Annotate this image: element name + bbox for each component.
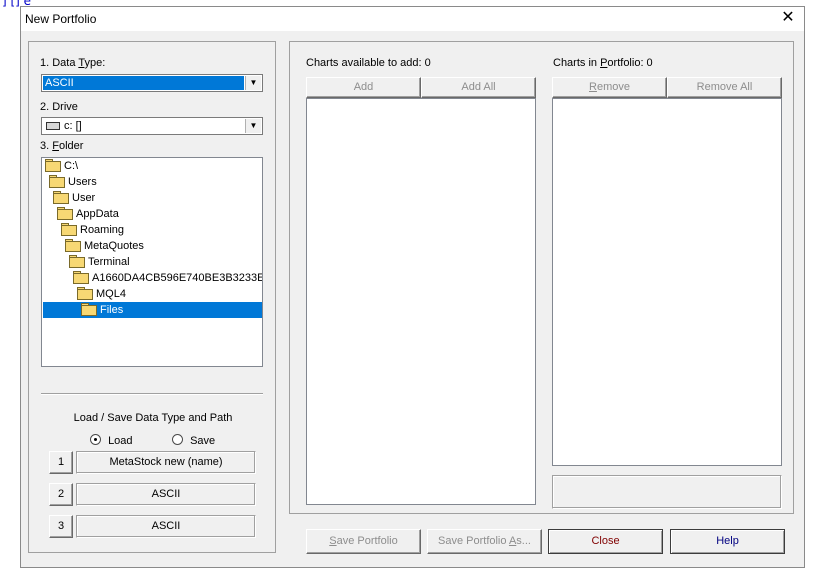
portfolio-charts-list[interactable] xyxy=(552,98,782,466)
folder-icon xyxy=(57,207,73,220)
divider xyxy=(41,393,263,395)
close-button[interactable]: Close xyxy=(548,529,663,554)
folder-icon xyxy=(49,175,65,188)
drive-value: c: [] xyxy=(64,120,82,132)
new-portfolio-dialog: New Portfolio ✕ 1. Data Type: ASCII ▼ 2.… xyxy=(20,6,805,568)
folder-item-selected[interactable]: Files xyxy=(43,302,262,318)
data-type-label: 1. Data Type: xyxy=(40,57,106,69)
data-type-select[interactable]: ASCII ▼ xyxy=(41,74,263,92)
load-radio[interactable]: Load xyxy=(90,434,133,447)
available-label: Charts available to add: 0 xyxy=(306,57,431,69)
folder-icon xyxy=(53,191,69,204)
folder-icon xyxy=(73,271,89,284)
left-panel: 1. Data Type: ASCII ▼ 2. Drive c: [] ▼ 3… xyxy=(28,41,276,553)
slot-3-value: ASCII xyxy=(76,515,256,538)
folder-item[interactable]: A1660DA4CB596E740BE3B3233E5 xyxy=(73,270,262,286)
folder-item[interactable]: Users xyxy=(49,174,97,190)
slot-3-button[interactable]: 3 xyxy=(49,515,73,538)
add-all-button[interactable]: Add All xyxy=(421,77,536,98)
folder-icon xyxy=(77,287,93,300)
remove-all-button[interactable]: Remove All xyxy=(667,77,782,98)
open-folder-icon xyxy=(81,303,97,316)
slot-2-value: ASCII xyxy=(76,483,256,506)
drive-label: 2. Drive xyxy=(40,101,78,113)
radio-icon xyxy=(172,434,183,445)
portfolio-label: Charts in Portfolio: 0 xyxy=(553,57,653,69)
folder-icon xyxy=(45,159,61,172)
folder-icon xyxy=(61,223,77,236)
drive-select[interactable]: c: [] ▼ xyxy=(41,117,263,135)
save-portfolio-as-button[interactable]: Save Portfolio As... xyxy=(427,529,542,554)
slot-1-button[interactable]: 1 xyxy=(49,451,73,474)
data-type-value: ASCII xyxy=(43,76,244,90)
folder-item[interactable]: MetaQuotes xyxy=(65,238,144,254)
folder-icon xyxy=(69,255,85,268)
radio-icon xyxy=(90,434,101,445)
charts-panel: Charts available to add: 0 Add Add All C… xyxy=(289,41,794,514)
close-icon[interactable]: ✕ xyxy=(777,9,799,29)
folder-icon xyxy=(65,239,81,252)
folder-item[interactable]: MQL4 xyxy=(77,286,126,302)
chevron-down-icon[interactable]: ▼ xyxy=(245,76,261,90)
save-radio[interactable]: Save xyxy=(172,434,215,447)
help-button[interactable]: Help xyxy=(670,529,785,554)
add-button[interactable]: Add xyxy=(306,77,421,98)
folder-item[interactable]: AppData xyxy=(57,206,119,222)
remove-button[interactable]: Remove xyxy=(552,77,667,98)
chevron-down-icon[interactable]: ▼ xyxy=(245,119,261,133)
folder-item[interactable]: C:\ xyxy=(45,158,78,174)
folder-item[interactable]: Roaming xyxy=(61,222,124,238)
folder-tree[interactable]: C:\ Users User AppData Roaming MetaQuote… xyxy=(41,157,263,367)
slot-1-value: MetaStock new (name) xyxy=(76,451,256,474)
load-save-title: Load / Save Data Type and Path xyxy=(73,412,233,424)
portfolio-status-box xyxy=(552,475,782,509)
folder-label: 3. Folder xyxy=(40,140,84,152)
slot-2-button[interactable]: 2 xyxy=(49,483,73,506)
save-portfolio-button[interactable]: Save Portfolio xyxy=(306,529,421,554)
drive-icon xyxy=(46,122,60,130)
title-bar: New Portfolio ✕ xyxy=(21,7,804,31)
folder-item[interactable]: Terminal xyxy=(69,254,130,270)
folder-item[interactable]: User xyxy=(53,190,95,206)
available-charts-list[interactable] xyxy=(306,98,536,505)
window-title: New Portfolio xyxy=(25,12,97,26)
